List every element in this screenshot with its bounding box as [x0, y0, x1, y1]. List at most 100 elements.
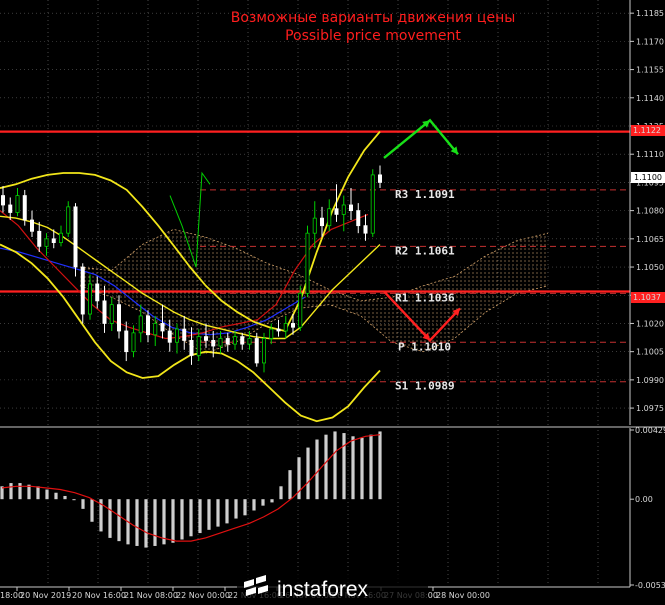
candle-body	[348, 204, 353, 212]
candle-body	[290, 323, 295, 328]
chart-title-en: Possible price movement	[285, 28, 461, 44]
candle-body	[109, 304, 114, 324]
price-chart-screenshot: R3 1.1091 R2 1.1061 R1 1.1036 P 1.1010 S1 1.…	[0, 0, 665, 605]
candle-body	[160, 323, 165, 332]
time-label: 20 Nov 16:00	[72, 591, 126, 600]
histogram-bar	[72, 499, 76, 501]
candle-body	[88, 283, 93, 315]
candle-body	[73, 206, 78, 268]
candle-body	[174, 328, 179, 343]
histogram-bar	[117, 499, 121, 542]
histogram-bar	[108, 499, 112, 538]
histogram-bar	[270, 499, 274, 503]
price-tick-label: 1.1155	[636, 66, 664, 75]
histogram-bar	[279, 486, 283, 500]
candle-body	[102, 300, 107, 324]
histogram-bar	[324, 434, 328, 500]
histogram-bar	[90, 499, 94, 522]
histogram-bar	[333, 431, 337, 500]
histogram-bar	[261, 499, 265, 506]
candle-body	[305, 232, 310, 294]
candle-body	[298, 292, 303, 328]
current-price-text: 1.1100	[634, 173, 662, 182]
histogram-bar	[135, 499, 139, 546]
chart-title-ru: Возможные варианты движения цены	[231, 10, 516, 26]
candle-body	[319, 217, 324, 227]
candle-body	[377, 174, 382, 183]
red-level-tag-lower: 1.1037	[631, 292, 665, 303]
price-tick-label: 1.1005	[636, 348, 664, 357]
histogram-bar	[306, 447, 310, 500]
candle-body	[261, 338, 266, 364]
price-tick-label: 1.1185	[636, 9, 664, 18]
price-tick-label: 1.1140	[636, 94, 664, 103]
histogram-bar	[351, 436, 355, 500]
histogram-bar	[144, 499, 148, 548]
candle-body	[196, 336, 201, 356]
time-label: 22 Nov 00:00	[176, 591, 230, 600]
candle-body	[15, 195, 20, 213]
candle-body	[356, 210, 361, 227]
histogram-bar	[243, 499, 247, 516]
candle-body	[0, 195, 6, 206]
price-tick-label: 1.1080	[636, 207, 664, 216]
candle-body	[370, 174, 375, 234]
histogram-bar	[180, 499, 184, 540]
candle-body	[124, 330, 129, 353]
price-tick-label: 1.1050	[636, 263, 664, 272]
candle-body	[189, 339, 194, 356]
osc-tick-label: -0.00532	[635, 581, 665, 590]
histogram-bar	[288, 470, 292, 500]
price-tick-label: 1.1110	[636, 150, 664, 159]
histogram-bar	[342, 433, 346, 500]
candle-body	[29, 219, 34, 232]
price-tick-label: 1.1065	[636, 235, 664, 244]
histogram-bar	[9, 483, 13, 500]
histogram-bar	[198, 499, 202, 534]
histogram-bar	[171, 499, 175, 543]
candle-body	[8, 204, 13, 213]
candle-body	[225, 338, 230, 345]
histogram-bar	[216, 499, 220, 527]
instaforex-watermark: instaforex	[237, 572, 428, 605]
candle-body	[131, 332, 136, 353]
candle-body	[51, 238, 56, 243]
candle-body	[269, 328, 274, 339]
price-tick-label: 1.0990	[636, 376, 664, 385]
time-label: 21 Nov 08:00	[124, 591, 178, 600]
candle-body	[80, 266, 85, 315]
histogram-bar	[369, 434, 373, 500]
level-label-r2: R2 1.1061	[395, 244, 455, 257]
histogram-bar	[54, 492, 58, 500]
histogram-bar	[378, 431, 382, 500]
histogram-bar	[315, 439, 319, 500]
red-level-tag-lower-text: 1.1037	[633, 293, 661, 302]
histogram-bar	[225, 499, 229, 524]
candle-body	[167, 330, 172, 343]
osc-tick-label: 0.00	[635, 495, 653, 504]
candle-body	[218, 338, 223, 347]
histogram-bar	[18, 483, 22, 500]
candle-body	[276, 328, 281, 332]
candle-body	[327, 208, 332, 227]
price-tick-label: 1.0975	[636, 404, 664, 413]
candle-body	[59, 232, 64, 243]
time-label: 20 Nov 2019	[20, 591, 71, 600]
histogram-bar	[81, 499, 85, 509]
histogram-bar	[252, 499, 256, 511]
histogram-bar	[207, 499, 211, 530]
level-label-r1: R1 1.1036	[395, 291, 455, 304]
candle-body	[211, 339, 216, 347]
candle-body	[334, 208, 339, 215]
candle-body	[37, 230, 42, 247]
candle-body	[240, 336, 245, 345]
histogram-bar	[63, 495, 67, 500]
candle-body	[283, 323, 288, 332]
candle-body	[254, 338, 259, 364]
candle-body	[232, 336, 237, 345]
candle-body	[138, 315, 143, 334]
histogram-bar	[45, 489, 49, 500]
candle-body	[182, 328, 187, 341]
candle-body	[44, 238, 49, 247]
candle-body	[153, 323, 158, 336]
